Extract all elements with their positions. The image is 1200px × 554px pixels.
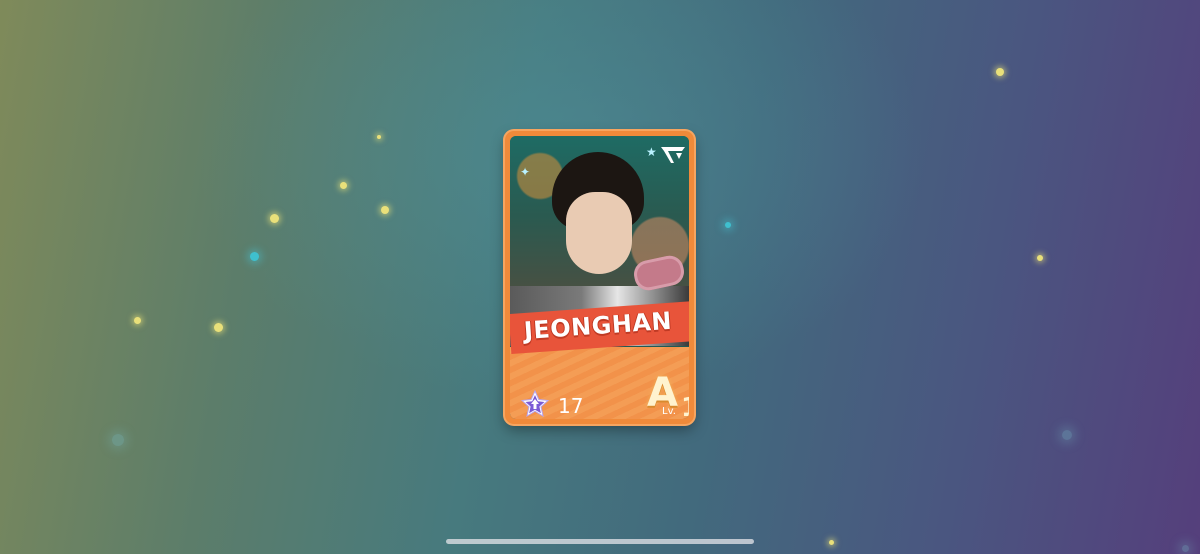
sparkle-particle xyxy=(829,540,834,545)
sparkle-particle xyxy=(996,68,1004,76)
sparkle-particle xyxy=(134,317,141,324)
sparkle-particle xyxy=(112,434,124,446)
star-sparkle-icon: ✦ xyxy=(520,165,531,179)
level-label: Lv. xyxy=(662,406,676,417)
sparkle-particle xyxy=(250,252,259,261)
sparkle-particle xyxy=(1062,430,1072,440)
upgrade-count: 17 xyxy=(558,394,584,418)
sparkle-particle xyxy=(340,182,347,189)
sparkle-particle xyxy=(1037,255,1043,261)
card-art: ★ ✦ JEONGHAN 17 A Lv. 1 xyxy=(510,136,689,419)
sparkle-particle xyxy=(1182,545,1189,552)
photo-face xyxy=(566,192,632,274)
member-card[interactable]: ★ ✦ JEONGHAN 17 A Lv. 1 xyxy=(505,131,694,424)
sparkle-particle xyxy=(381,206,389,214)
star-upgrade-icon xyxy=(521,390,549,418)
home-indicator[interactable] xyxy=(446,539,754,544)
sparkle-particle xyxy=(377,135,381,139)
level-value: 1 xyxy=(681,393,689,419)
seventeen-logo-icon xyxy=(661,147,685,163)
star-sparkle-icon: ★ xyxy=(646,145,657,159)
sparkle-particle xyxy=(725,222,731,228)
sparkle-particle xyxy=(270,214,279,223)
sparkle-particle xyxy=(214,323,223,332)
